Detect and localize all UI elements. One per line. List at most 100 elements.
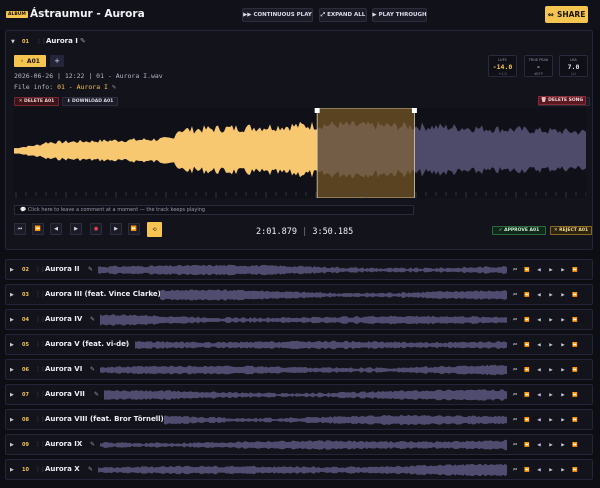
step-forward-icon[interactable]: ▶ [559,266,567,274]
mini-waveform-shape[interactable] [160,289,507,301]
pencil-icon[interactable]: ✎ [90,316,95,323]
drag-handle-icon[interactable]: ⋮⋮ [35,416,46,423]
step-back-icon[interactable]: ◀ [535,391,543,399]
play-icon[interactable]: ▶ [70,223,82,235]
play-icon[interactable]: ▶ [547,266,555,274]
pencil-icon[interactable]: ✎ [94,391,99,398]
play-icon[interactable]: ▶ [547,341,555,349]
play-icon[interactable]: ▶ [547,416,555,424]
pencil-icon[interactable]: ✎ [88,266,93,273]
track-title[interactable]: Aurora II [45,265,79,273]
mini-waveform-shape[interactable] [100,314,507,326]
step-back-icon[interactable]: ◀ [535,416,543,424]
caret-icon[interactable]: ▶ [10,292,14,298]
drag-handle-icon[interactable]: ⋮⋮ [35,291,46,298]
album-title[interactable]: Ástraumur - Aurora [30,8,145,20]
drag-handle-icon[interactable]: ⋮⋮ [36,38,47,45]
step-back-icon[interactable]: ◀ [535,291,543,299]
step-back-icon[interactable]: ◀ [535,466,543,474]
step-forward-icon[interactable]: ▶ [559,391,567,399]
track-row[interactable]: ▶ 02 ⋮⋮ Aurora II ✎ ⏮ ⏪ ◀ ▶ ▶ ⏩ [5,259,593,280]
fast-forward-icon[interactable]: ⏩ [571,341,579,349]
skip-start-icon[interactable]: ⏮ [511,441,519,449]
mini-waveform[interactable] [135,337,507,353]
version-tab-a01[interactable]: ◦ A01 [14,55,46,67]
fast-forward-icon[interactable]: ⏩ [571,291,579,299]
pencil-icon[interactable]: ✎ [90,366,95,373]
rewind-icon[interactable]: ⏪ [32,223,44,235]
fast-forward-icon[interactable]: ⏩ [571,266,579,274]
mini-waveform-shape[interactable] [98,264,507,276]
drag-handle-icon[interactable]: ⋮⋮ [35,466,46,473]
mini-waveform-shape[interactable] [100,439,507,451]
caret-icon[interactable]: ▶ [10,317,14,323]
caret-icon[interactable]: ▶ [10,417,14,423]
play-icon[interactable]: ▶ [547,316,555,324]
drag-handle-icon[interactable]: ⋮⋮ [35,266,46,273]
track-row[interactable]: ▶ 04 ⋮⋮ Aurora IV ✎ ⏮ ⏪ ◀ ▶ ▶ ⏩ [5,309,593,330]
mini-waveform-shape[interactable] [100,364,507,376]
fast-forward-icon[interactable]: ⏩ [571,441,579,449]
mini-waveform-shape[interactable] [104,389,507,401]
track-title[interactable]: Aurora VII [45,390,85,398]
caret-icon[interactable]: ▶ [10,367,14,373]
fast-forward-icon[interactable]: ⏩ [571,466,579,474]
pencil-icon[interactable]: ✎ [90,441,95,448]
play-icon[interactable]: ▶ [547,366,555,374]
skip-start-icon[interactable]: ⏮ [14,223,26,235]
loop-icon[interactable]: ⟲ [147,222,162,237]
rewind-icon[interactable]: ⏪ [523,341,531,349]
pencil-icon[interactable]: ✎ [125,341,130,348]
step-forward-icon[interactable]: ▶ [559,466,567,474]
mini-waveform[interactable] [160,287,507,303]
step-back-icon[interactable]: ◀ [535,441,543,449]
delete-song-button[interactable]: 🗑 DELETE SONG [538,96,586,105]
track-row[interactable]: ▶ 09 ⋮⋮ Aurora IX ✎ ⏮ ⏪ ◀ ▶ ▶ ⏩ [5,434,593,455]
step-back-icon[interactable]: ◀ [50,223,62,235]
reject-button[interactable]: ✕ REJECT A01 [550,226,592,235]
skip-start-icon[interactable]: ⏮ [511,291,519,299]
skip-start-icon[interactable]: ⏮ [511,416,519,424]
skip-start-icon[interactable]: ⏮ [511,266,519,274]
selection-start-handle[interactable] [314,108,320,113]
track-title[interactable]: Aurora I [46,37,78,45]
play-icon[interactable]: ▶ [547,391,555,399]
rewind-icon[interactable]: ⏪ [523,466,531,474]
fast-forward-icon[interactable]: ⏩ [571,366,579,374]
share-button[interactable]: ⇔ SHARE [545,6,588,23]
pencil-icon[interactable]: ✎ [112,83,116,91]
step-forward-icon[interactable]: ▶ [559,366,567,374]
waveform-svg[interactable] [14,107,587,199]
step-forward-icon[interactable]: ▶ [559,441,567,449]
caret-icon[interactable]: ▶ [10,342,14,348]
caret-icon[interactable]: ▶ [10,467,14,473]
track-row[interactable]: ▶ 08 ⋮⋮ Aurora VIII (feat. Bror Törnell) ✎ ⏮ ⏪… [5,409,593,430]
pencil-icon[interactable]: ✎ [117,10,123,18]
main-waveform[interactable] [14,107,587,199]
step-back-icon[interactable]: ◀ [535,341,543,349]
track-title[interactable]: Aurora V (feat. vi-de) [45,340,129,348]
fast-forward-icon[interactable]: ⏩ [128,223,140,235]
track-title[interactable]: Aurora IV [45,315,82,323]
pencil-icon[interactable]: ✎ [88,466,93,473]
caret-icon[interactable]: ▼ [11,39,15,45]
rewind-icon[interactable]: ⏪ [523,416,531,424]
step-back-icon[interactable]: ◀ [535,316,543,324]
selection-region[interactable] [316,107,415,199]
caret-icon[interactable]: ▶ [10,442,14,448]
fast-forward-icon[interactable]: ⏩ [571,391,579,399]
pencil-icon[interactable]: ✎ [80,37,86,45]
play-icon[interactable]: ▶ [547,291,555,299]
mini-waveform[interactable] [100,312,507,328]
record-icon[interactable]: ● [90,223,102,235]
skip-start-icon[interactable]: ⏮ [511,341,519,349]
mini-waveform-shape[interactable] [135,340,507,350]
step-back-icon[interactable]: ◀ [535,266,543,274]
fast-forward-icon[interactable]: ⏩ [571,416,579,424]
track-title[interactable]: Aurora VIII (feat. Bror Törnell) [45,415,164,423]
step-forward-icon[interactable]: ▶ [559,341,567,349]
skip-start-icon[interactable]: ⏮ [511,466,519,474]
mini-waveform[interactable] [98,462,507,478]
play-icon[interactable]: ▶ [547,441,555,449]
drag-handle-icon[interactable]: ⋮⋮ [35,391,46,398]
